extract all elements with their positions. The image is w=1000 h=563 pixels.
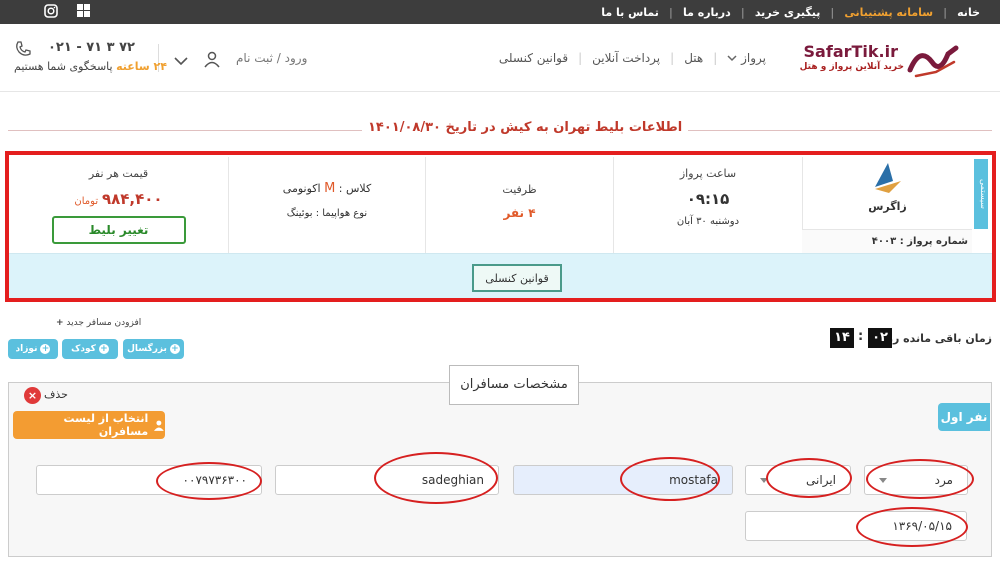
system-flight-tab: سیستمی (974, 159, 988, 229)
birth-date-input[interactable]: ۱۳۶۹/۰۵/۱۵ (745, 511, 967, 541)
change-ticket-button[interactable]: تغییر بلیط (51, 216, 186, 244)
add-child-button[interactable]: + کودک (62, 339, 118, 359)
plus-icon: + (98, 344, 109, 354)
top-link-about[interactable]: درباره ما (673, 6, 741, 19)
login-link[interactable]: ورود / ثبت نام (236, 51, 307, 65)
top-links: خانه | سامانه پشتیبانی | پیگیری خرید | د… (591, 0, 990, 24)
user-icon (154, 420, 165, 431)
logo-mark[interactable] (906, 40, 962, 80)
nav-online-payment[interactable]: پرداخت آنلاین (582, 51, 670, 65)
capacity-cell: ظرفیت ۴ نفر (425, 157, 613, 253)
nav-cancel-rules[interactable]: قوانین کنسلی (489, 51, 578, 65)
chevron-down-icon (879, 477, 887, 483)
add-infant-button[interactable]: + نوزاد (8, 339, 58, 359)
passengers-section-title: مشخصات مسافران (449, 365, 579, 405)
passenger-number-tab: نفر اول (938, 403, 990, 431)
price-cell: قیمت هر نفر ۹۸۴,۴۰۰ تومان تغییر بلیط (9, 157, 228, 253)
logo-subtitle: خرید آنلاین پرواز و هتل (799, 62, 904, 72)
flight-time: ۰۹:۱۵ (686, 190, 730, 208)
nav-hotel[interactable]: هتل (674, 51, 713, 65)
top-link-home[interactable]: خانه (947, 6, 990, 19)
select-from-list-button[interactable]: انتخاب از لیست مسافران (13, 411, 165, 439)
flight-number: شماره پرواز : ۴۰۰۳ (802, 229, 972, 253)
flight-time-cell: ساعت پرواز ۰۹:۱۵ دوشنبه ۳۰ آبان (613, 157, 802, 253)
chevron-down-icon (727, 55, 737, 62)
add-adult-button[interactable]: + بزرگسال (123, 339, 184, 359)
airline-logo (803, 161, 972, 198)
flight-date: دوشنبه ۳۰ آبان (676, 216, 740, 227)
timer-minutes: ۰۲ (868, 328, 892, 348)
phone-icon (14, 40, 32, 61)
plus-icon: + (169, 344, 180, 354)
remove-passenger-button[interactable]: حذف (44, 388, 68, 401)
class-cell: کلاس : M اکونومی نوع هواپیما : بوئینگ (228, 157, 425, 253)
top-link-support[interactable]: سامانه پشتیبانی (834, 6, 943, 19)
nationality-select[interactable]: ایرانی (745, 465, 851, 495)
top-link-track-order[interactable]: پیگیری خرید (745, 6, 831, 19)
cancel-rules-strip: قوانین کنسلی (9, 253, 992, 298)
cancel-rules-button[interactable]: قوانین کنسلی (472, 264, 562, 292)
instagram-icon[interactable] (44, 4, 58, 18)
capacity-value: ۴ نفر (503, 206, 536, 220)
aircraft-type: نوع هواپیما : بوئینگ (286, 208, 368, 219)
main-nav: پرواز | هتل | پرداخت آنلاین | قوانین کنس… (489, 51, 776, 65)
nav-flight[interactable]: پرواز (717, 51, 776, 65)
price-value: ۹۸۴,۴۰۰ تومان (74, 190, 163, 208)
timer-separator: : (858, 329, 864, 344)
add-passenger-label: افزودن مسافر جدید + (56, 318, 142, 328)
logo-text[interactable]: SafarTik.ir (804, 42, 898, 61)
close-icon[interactable]: × (24, 387, 41, 404)
social-icons (44, 4, 90, 18)
windows-icon[interactable] (76, 4, 90, 18)
last-name-input[interactable]: sadeghian (275, 465, 499, 495)
page-title: اطلاعات بلیط تهران به کیش در تاریخ ۱۴۰۱/… (362, 120, 689, 135)
national-code-input[interactable]: ۰۰۷۹۷۳۶۳۰۰ (36, 465, 262, 495)
plus-icon: + (40, 344, 51, 354)
top-bar: خانه | سامانه پشتیبانی | پیگیری خرید | د… (0, 0, 1000, 24)
class-code: M (324, 181, 336, 196)
chevron-down-icon[interactable] (174, 55, 188, 69)
top-link-contact[interactable]: تماس با ما (591, 6, 669, 19)
user-icon[interactable] (203, 50, 221, 71)
first-name-input[interactable]: mostafa (513, 465, 733, 495)
chevron-down-icon (760, 477, 768, 483)
airline-name: زاگرس (868, 200, 907, 213)
gender-select[interactable]: مرد (864, 465, 968, 495)
phone-number[interactable]: ۰۲۱ - ۷۱ ۳ ۷۲ (48, 40, 135, 55)
support-text: ۲۴ ساعته پاسخگوی شما هستیم (14, 60, 167, 73)
timer-seconds: ۱۴ (830, 328, 854, 348)
flight-info-box: سیستمی زاگرس شماره پرواز : ۴۰۰۳ ساعت پرو… (5, 151, 996, 302)
